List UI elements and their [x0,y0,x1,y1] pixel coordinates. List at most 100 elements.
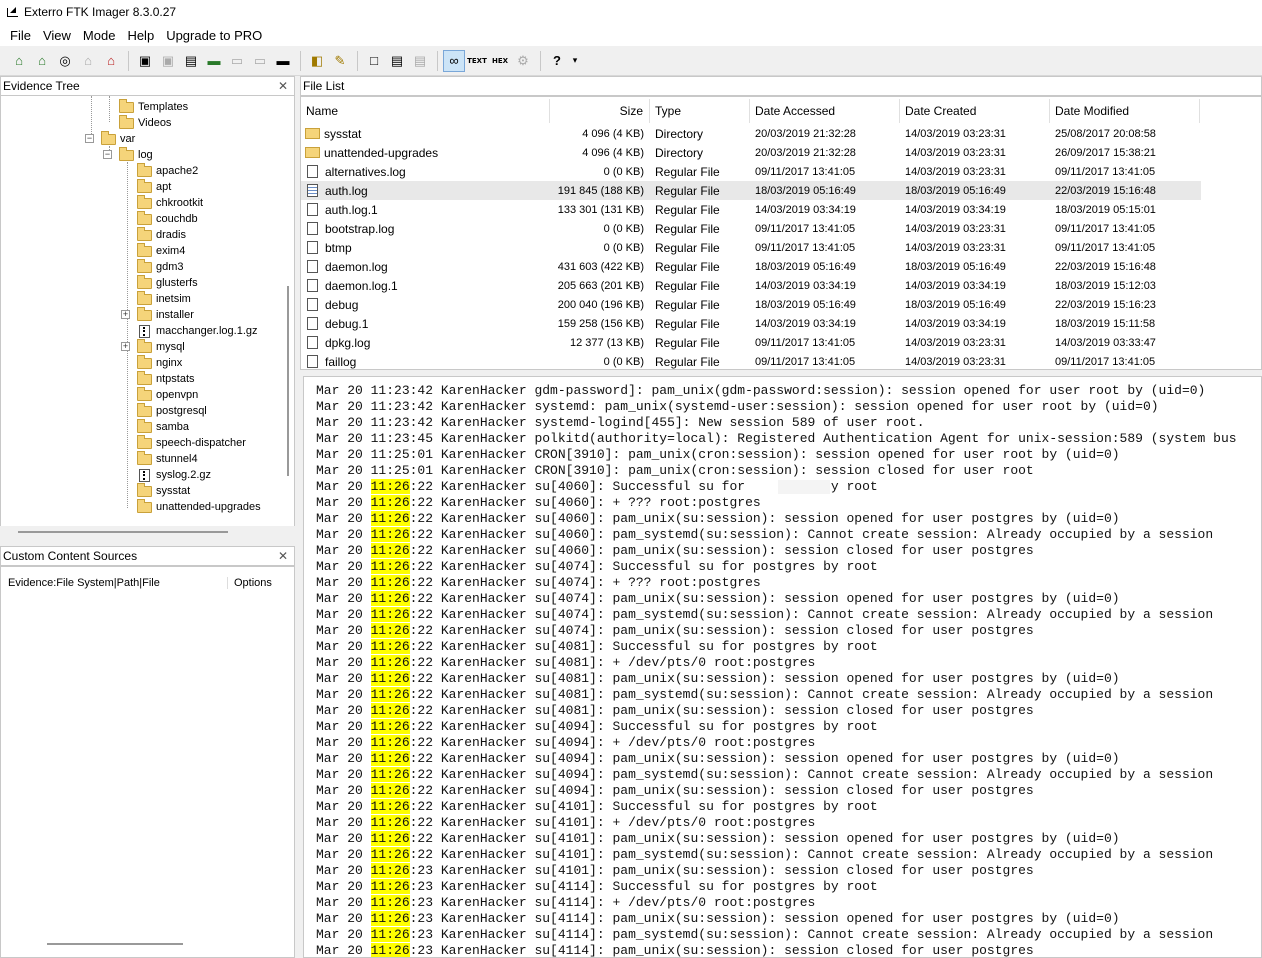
tree-node[interactable]: postgresql [137,402,207,419]
tree-node[interactable]: stunnel4 [137,450,198,467]
tree-node[interactable]: glusterfs [137,274,198,291]
remove-all-evidence-icon[interactable]: ⌂ [100,50,122,72]
table-row[interactable]: daemon.log.1 205 663 (201 KB) Regular Fi… [301,276,1201,295]
remove-evidence-icon[interactable]: ⌂ [77,50,99,72]
add-to-custom-content-icon[interactable]: ▬ [203,50,225,72]
tree-node[interactable]: samba [137,418,189,435]
column-date-modified[interactable]: Date Modified [1050,99,1200,123]
log-message: KarenHacker su[4101]: Successful su for … [433,799,878,814]
export-directory-listing-icon[interactable]: ▤ [409,50,431,72]
tree-node[interactable]: unattended-upgrades [137,498,261,515]
settings-gear-icon[interactable]: ⚙ [512,50,534,72]
tree-node[interactable]: sysstat [137,482,190,499]
detect-encryption-icon[interactable]: ▬ [272,50,294,72]
tree-node[interactable]: gdm3 [137,258,184,275]
image-mounting-icon[interactable]: ◎ [54,50,76,72]
column-date-accessed[interactable]: Date Accessed [750,99,900,123]
tree-node[interactable]: openvpn [137,386,199,403]
table-row[interactable]: auth.log.1 133 301 (131 KB) Regular File… [301,200,1201,219]
date-created: 14/03/2019 03:23:31 [905,127,1006,140]
decrypt-icon[interactable]: ▭ [249,50,271,72]
menu-mode[interactable]: Mode [77,28,122,43]
log-message: KarenHacker su[4114]: pam_unix(su:sessio… [433,911,1120,926]
tree-node-label: glusterfs [156,277,198,289]
tree-node[interactable]: apache2 [137,162,198,179]
table-row-selected[interactable]: auth.log 191 845 (188 KB) Regular File 1… [301,181,1201,200]
tree-node[interactable]: exim4 [137,242,185,259]
toolbar-overflow-icon[interactable]: ▾ [569,50,581,72]
hex-view-icon[interactable]: HEX [489,50,511,72]
date-accessed: 20/03/2019 21:32:28 [755,146,856,159]
vertical-scrollbar[interactable] [287,286,289,476]
toolbar-separator [300,50,301,71]
create-disk-image-icon[interactable]: ▣ [134,50,156,72]
tree-node-label: apt [156,181,172,193]
log-line: Mar 20 11:26:22 KarenHacker su[4094]: pa… [316,783,1034,799]
table-row[interactable]: bootstrap.log 0 (0 KB) Regular File 09/1… [301,219,1201,238]
export-disk-image-icon[interactable]: ▣ [157,50,179,72]
table-row[interactable]: dpkg.log 12 377 (13 KB) Regular File 09/… [301,333,1201,352]
tree-node[interactable]: macchanger.log.1.gz [137,323,258,339]
table-row[interactable]: sysstat 4 096 (4 KB) Directory 20/03/201… [301,124,1201,143]
column-name[interactable]: Name [301,99,550,123]
tree-node[interactable]: speech-dispatcher [137,434,246,451]
capture-memory-icon[interactable]: ✎ [329,50,351,72]
tree-node[interactable]: couchdb [137,210,198,227]
table-row[interactable]: alternatives.log 0 (0 KB) Regular File 0… [301,162,1201,181]
add-evidence-item-icon[interactable]: ⌂ [8,50,30,72]
column-evidence-path[interactable]: Evidence:File System|Path|File [3,577,228,589]
log-time: :22 [409,671,434,686]
help-icon[interactable]: ? [546,50,568,72]
table-row[interactable]: faillog 0 (0 KB) Regular File 09/11/2017… [301,352,1201,369]
tree-node[interactable]: var [101,130,135,147]
tree-node[interactable]: ntpstats [137,370,195,387]
create-custom-content-image-icon[interactable]: ▭ [226,50,248,72]
menu-help[interactable]: Help [121,28,160,43]
close-icon[interactable]: ✕ [278,79,288,93]
table-row[interactable]: debug.1 159 258 (156 KB) Regular File 14… [301,314,1201,333]
tree-node[interactable]: dradis [137,226,186,243]
collapse-icon[interactable]: − [103,150,112,159]
horizontal-scrollbar[interactable] [18,531,228,533]
text-view-icon[interactable]: TEXT [466,50,488,72]
tree-node-label: openvpn [156,389,199,401]
tree-node[interactable]: chkrootkit [137,194,203,211]
add-all-evidence-icon[interactable]: ⌂ [31,50,53,72]
column-options[interactable]: Options [228,577,272,589]
menu-view[interactable]: View [37,28,77,43]
table-row[interactable]: unattended-upgrades 4 096 (4 KB) Directo… [301,143,1201,162]
tree-node[interactable]: apt [137,178,172,195]
export-file-hash-list-icon[interactable]: ▤ [386,50,408,72]
tree-node[interactable]: Videos [119,114,171,131]
log-time: :22 [409,815,434,830]
tree-node[interactable]: syslog.2.gz [137,467,211,483]
text-viewer[interactable]: Mar 20 11:23:42 KarenHacker gdm-password… [303,376,1262,958]
tree-node[interactable]: installer [137,306,194,323]
tree-node[interactable]: Templates [119,98,188,115]
menu-upgrade-pro[interactable]: Upgrade to PRO [160,28,268,43]
log-date: Mar 20 [316,895,371,910]
menu-file[interactable]: File [4,28,37,43]
table-row[interactable]: btmp 0 (0 KB) Regular File 09/11/2017 13… [301,238,1201,257]
export-logical-image-icon[interactable]: ▤ [180,50,202,72]
expand-icon[interactable]: + [121,342,130,351]
log-date: Mar 20 [316,527,371,542]
tree-node[interactable]: inetsim [137,290,191,307]
column-type[interactable]: Type [650,99,750,123]
auto-view-icon[interactable]: ∞ [443,49,465,72]
column-size[interactable]: Size [550,99,650,123]
close-icon[interactable]: ✕ [278,549,288,563]
tree-node[interactable]: nginx [137,354,182,371]
table-row[interactable]: daemon.log 431 603 (422 KB) Regular File… [301,257,1201,276]
log-message: KarenHacker su[4114]: Successful su for … [433,879,878,894]
export-files-icon[interactable]: □ [363,50,385,72]
column-date-created[interactable]: Date Created [900,99,1050,123]
tree-node[interactable]: mysql [137,338,185,355]
verify-drive-icon[interactable]: ◧ [306,50,328,72]
expand-icon[interactable]: + [121,310,130,319]
collapse-icon[interactable]: − [85,134,94,143]
tree-node[interactable]: log [119,146,153,163]
horizontal-scrollbar[interactable] [47,943,183,945]
table-row[interactable]: debug 200 040 (196 KB) Regular File 18/0… [301,295,1201,314]
log-line: Mar 20 11:26:22 KarenHacker su[4074]: Su… [316,559,878,575]
